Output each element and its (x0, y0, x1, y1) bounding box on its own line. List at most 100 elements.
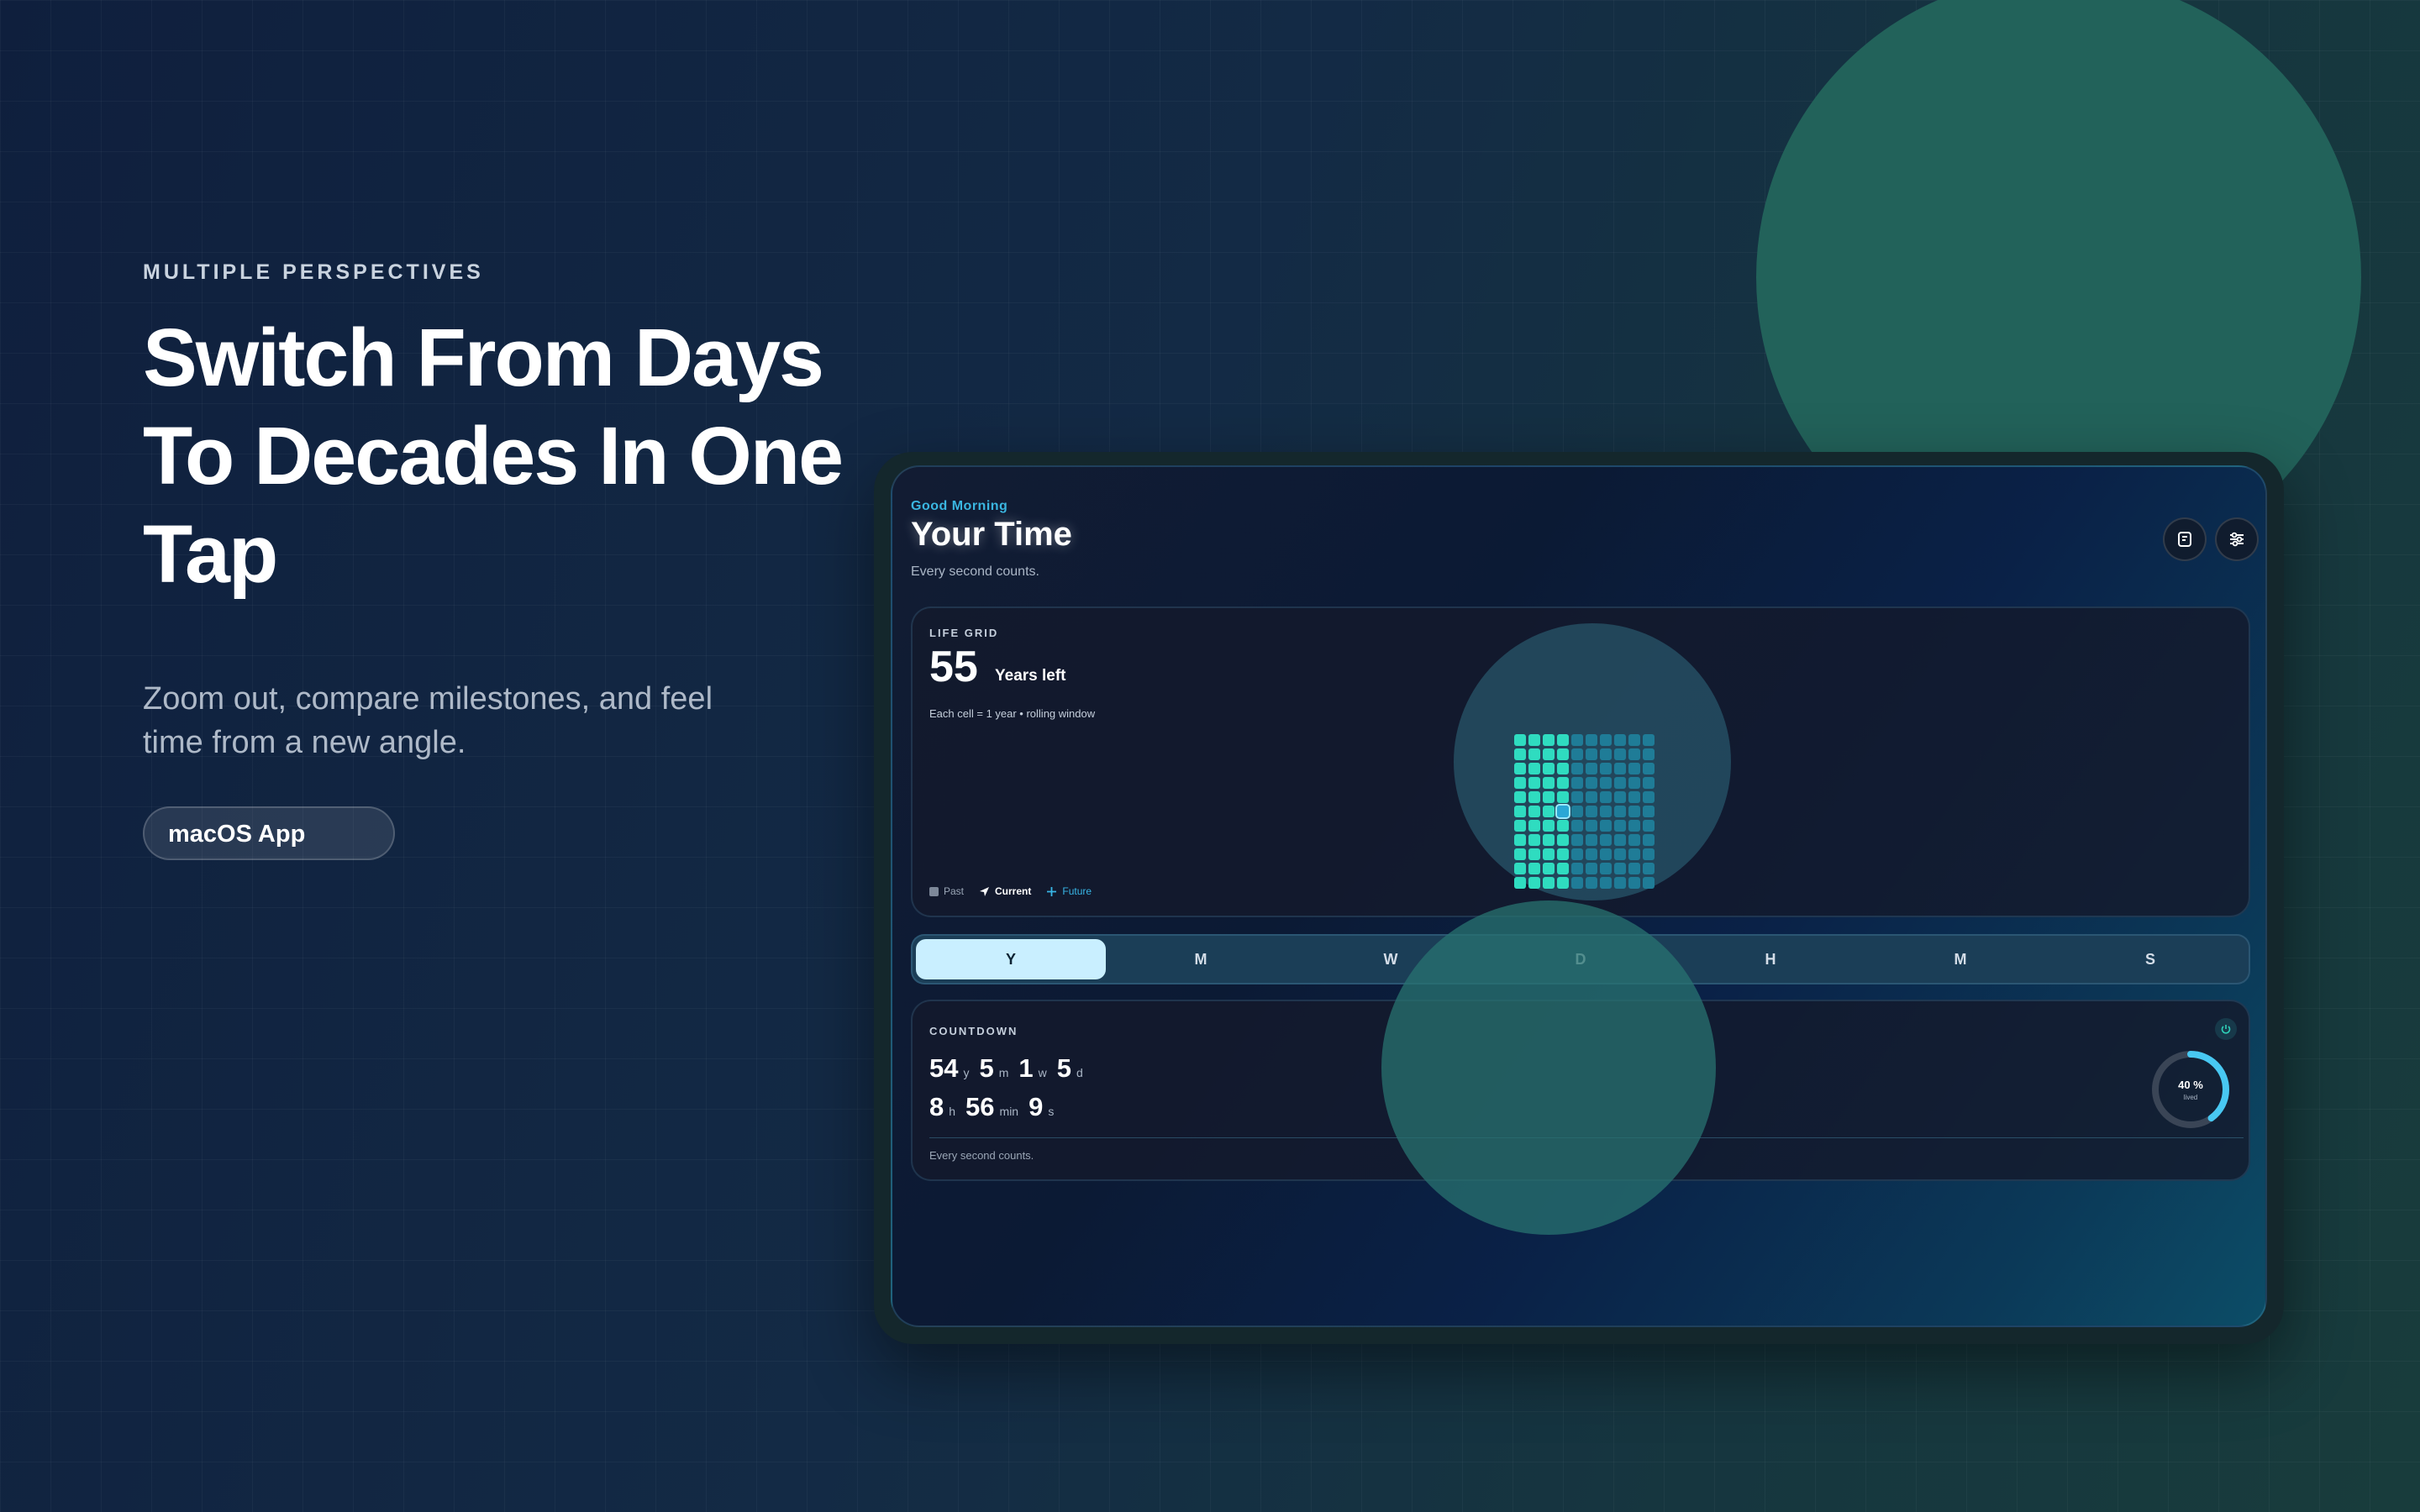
grid-cell (1571, 877, 1583, 889)
grid-cell (1557, 877, 1569, 889)
tab-m-5[interactable]: M (1865, 939, 2055, 979)
grid-cell (1571, 748, 1583, 760)
progress-caption: lived (2183, 1094, 2198, 1101)
countdown-footer: Every second counts. (929, 1149, 1034, 1162)
note-button[interactable] (2163, 517, 2207, 561)
legend-future: Future (1046, 885, 1092, 897)
grid-cell (1514, 791, 1526, 803)
grid-cell (1586, 791, 1597, 803)
grid-cell (1557, 748, 1569, 760)
grid-cell (1543, 820, 1555, 832)
grid-cell (1586, 763, 1597, 774)
grid-cell (1571, 820, 1583, 832)
countdown-value: 54 (929, 1053, 959, 1083)
grid-cell (1528, 763, 1540, 774)
grid-cell (1571, 806, 1583, 817)
grid-cell (1543, 877, 1555, 889)
grid-cell (1614, 834, 1626, 846)
app-screen: Good Morning Your Time Every second coun… (891, 465, 2267, 1327)
grid-cell (1514, 834, 1526, 846)
grid-cell (1514, 848, 1526, 860)
grid-cell (1514, 877, 1526, 889)
grid-cell (1643, 848, 1655, 860)
grid-cell (1571, 734, 1583, 746)
macos-app-button[interactable]: macOS App (143, 806, 395, 860)
grid-cell (1528, 791, 1540, 803)
grid-cell (1628, 777, 1640, 789)
grid-cell (1643, 806, 1655, 817)
grid-cell (1543, 834, 1555, 846)
grid-cell (1600, 820, 1612, 832)
grid-cell (1643, 863, 1655, 874)
grid-cell (1557, 734, 1569, 746)
note-icon (2178, 532, 2191, 547)
countdown-value: 5 (979, 1053, 994, 1083)
eyebrow-text: MULTIPLE PERSPECTIVES (143, 260, 484, 284)
grid-cell (1614, 763, 1626, 774)
grid-cell (1614, 791, 1626, 803)
grid-cell (1643, 748, 1655, 760)
grid-cell (1600, 748, 1612, 760)
sparkle-icon (1047, 886, 1057, 896)
grid-cell (1628, 791, 1640, 803)
grid-cell (1643, 877, 1655, 889)
life-grid-card: LIFE GRID 55 Years left Each cell = 1 ye… (911, 606, 2250, 917)
grid-cell (1514, 777, 1526, 789)
grid-cell (1586, 834, 1597, 846)
grid-cell (1557, 791, 1569, 803)
grid-cell (1628, 834, 1640, 846)
grid-cell (1643, 763, 1655, 774)
hero-section: MULTIPLE PERSPECTIVES Switch From Days T… (143, 260, 844, 860)
grid-cell (1600, 877, 1612, 889)
grid-cell (1586, 806, 1597, 817)
grid-cell (1600, 777, 1612, 789)
progress-ring: 40 % lived (2149, 1048, 2232, 1131)
grid-cell (1586, 863, 1597, 874)
grid-cell (1528, 863, 1540, 874)
legend-current: Current (979, 885, 1031, 897)
grid-cell (1600, 791, 1612, 803)
tab-y-0[interactable]: Y (916, 939, 1106, 979)
grid-cell (1571, 763, 1583, 774)
grid-cell (1543, 806, 1555, 817)
grid-cell (1600, 848, 1612, 860)
countdown-unit: w (1038, 1066, 1047, 1079)
tab-h-4[interactable]: H (1676, 939, 1865, 979)
grid-cell (1557, 763, 1569, 774)
countdown-unit: m (998, 1066, 1009, 1079)
grid-cell (1528, 834, 1540, 846)
grid-cell (1557, 834, 1569, 846)
headline: Switch From Days To Decades In One Tap (143, 312, 844, 600)
reset-button[interactable] (2215, 1018, 2237, 1040)
grid-cell (1643, 734, 1655, 746)
tab-s-6[interactable]: S (2055, 939, 2245, 979)
grid-cell (1543, 763, 1555, 774)
grid-cell (1600, 834, 1612, 846)
grid-cell (1543, 848, 1555, 860)
grid-cell (1528, 748, 1540, 760)
app-title: Your Time (911, 516, 1072, 553)
grid-cell (1586, 748, 1597, 760)
grid-cell (1543, 777, 1555, 789)
grid-cell (1514, 806, 1526, 817)
countdown-unit: min (999, 1105, 1019, 1118)
greeting: Good Morning (911, 499, 1008, 513)
countdown-label: COUNTDOWN (929, 1025, 1018, 1037)
grid-cell-current (1555, 804, 1570, 819)
countdown-row-time: 8 h 56 min 9 s (929, 1092, 1059, 1122)
grid-cell (1614, 777, 1626, 789)
grid-cell (1528, 806, 1540, 817)
grid-cell (1514, 748, 1526, 760)
decorative-circle (1381, 900, 1716, 1235)
countdown-value: 56 (965, 1092, 995, 1121)
countdown-unit: y (963, 1066, 970, 1079)
grid-cell (1628, 748, 1640, 760)
grid-cell (1571, 834, 1583, 846)
grid-cell (1528, 777, 1540, 789)
app-subtitle: Every second counts. (911, 564, 1039, 579)
grid-cell (1528, 848, 1540, 860)
progress-percent: 40 % (2178, 1079, 2203, 1091)
countdown-value: 8 (929, 1092, 944, 1121)
tab-m-1[interactable]: M (1106, 939, 1296, 979)
settings-button[interactable] (2215, 517, 2259, 561)
